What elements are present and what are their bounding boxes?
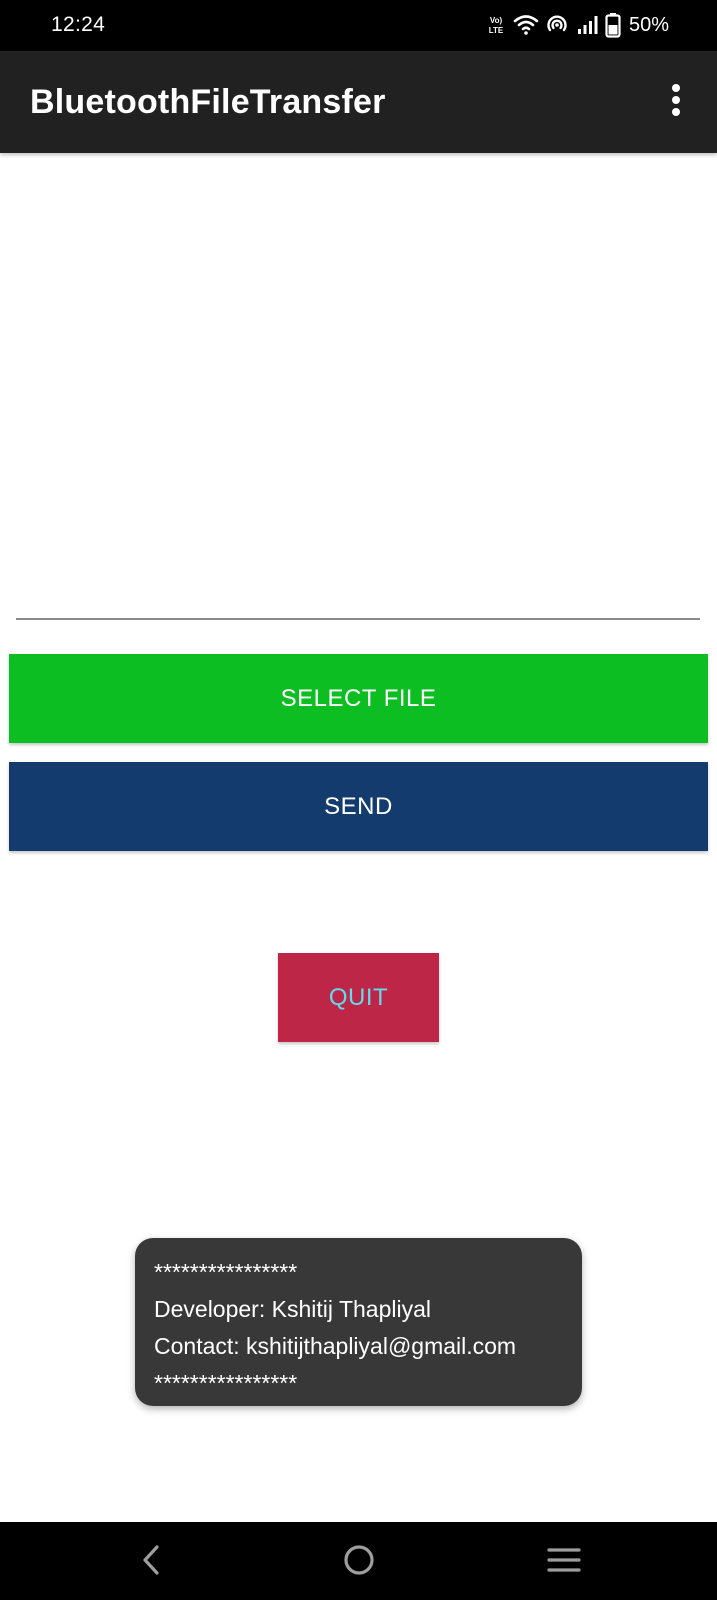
select-file-label: SELECT FILE [280, 684, 437, 712]
toast-separator-bottom: **************** [154, 1370, 298, 1396]
status-icons: Vo) LTE 50% [485, 11, 669, 39]
battery-icon [605, 12, 621, 38]
battery-percent: 50% [628, 14, 669, 36]
file-path-field[interactable] [16, 560, 700, 620]
wifi-icon [513, 14, 539, 36]
more-vert-icon [671, 83, 681, 122]
signal-icon [575, 14, 599, 36]
status-time: 12:24 [51, 13, 106, 36]
svg-text:Vo): Vo) [490, 16, 503, 25]
back-icon [140, 1544, 164, 1581]
send-label: SEND [324, 792, 393, 820]
hotspot-icon [545, 14, 569, 36]
toast-developer: Developer: Kshitij Thapliyal [154, 1296, 431, 1322]
select-file-button[interactable]: SELECT FILE [9, 654, 708, 743]
status-bar: 12:24 Vo) LTE 50% [0, 0, 717, 51]
overflow-menu-button[interactable] [661, 79, 691, 125]
developer-toast: **************** Developer: Kshitij Thap… [135, 1238, 582, 1406]
quit-label: QUIT [328, 983, 389, 1011]
recents-button[interactable] [542, 1540, 586, 1584]
app-title: BluetoothFileTransfer [30, 83, 386, 121]
toast-contact: Contact: kshitijthapliyal@gmail.com [154, 1333, 517, 1359]
send-button[interactable]: SEND [9, 762, 708, 851]
navigation-bar [0, 1522, 717, 1600]
toast-separator-top: **************** [154, 1259, 298, 1285]
volte-lte-icon: Vo) LTE [485, 14, 507, 36]
recents-icon [546, 1545, 582, 1580]
field-underline [16, 618, 700, 620]
home-icon [342, 1543, 376, 1582]
home-button[interactable] [337, 1540, 381, 1584]
back-button[interactable] [130, 1540, 174, 1584]
svg-text:LTE: LTE [489, 26, 504, 35]
app-bar: BluetoothFileTransfer [0, 51, 717, 153]
quit-button[interactable]: QUIT [278, 953, 439, 1042]
